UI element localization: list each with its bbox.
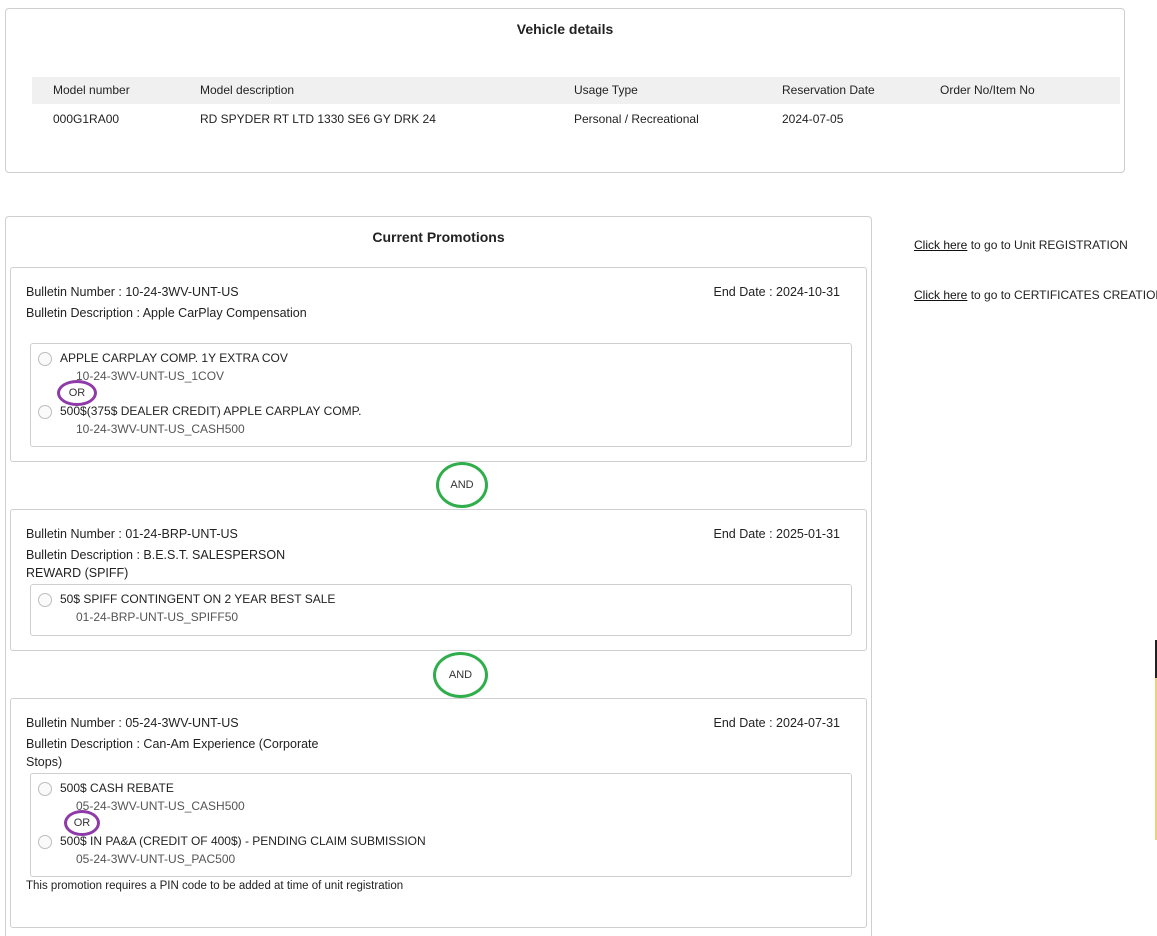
bulletin-card: Bulletin Number : 10-24-3WV-UNT-US Bulle… [10, 267, 867, 462]
cell-usage-type: Personal / Recreational [574, 112, 699, 126]
cell-model-number: 000G1RA00 [53, 112, 120, 126]
promotion-option[interactable]: 500$ CASH REBATE 05-24-3WV-UNT-US_CASH50… [31, 774, 851, 813]
option-label: 500$ IN PA&A (CREDIT OF 400$) - PENDING … [60, 834, 426, 848]
option-label: 500$(375$ DEALER CREDIT) APPLE CARPLAY C… [60, 404, 362, 418]
and-separator: AND [436, 462, 488, 508]
option-radio[interactable] [38, 352, 52, 366]
cell-model-description: RD SPYDER RT LTD 1330 SE6 GY DRK 24 [200, 112, 436, 126]
promotion-option[interactable]: APPLE CARPLAY COMP. 1Y EXTRA COV 10-24-3… [31, 344, 851, 383]
bulletin-description: Bulletin Description : Apple CarPlay Com… [26, 306, 307, 320]
and-separator: AND [433, 652, 488, 698]
current-promotions-title: Current Promotions [372, 229, 505, 245]
promotion-option[interactable]: 500$ IN PA&A (CREDIT OF 400$) - PENDING … [31, 827, 851, 866]
certificates-creation-link-row: Click here to go to CERTIFICATES CREATIO… [914, 288, 1157, 302]
option-code: 05-24-3WV-UNT-US_CASH500 [76, 799, 245, 813]
column-header-model-description: Model description [200, 83, 295, 97]
vehicle-table-header: Model number Model description Usage Typ… [32, 77, 1120, 104]
unit-registration-link-text: to go to Unit REGISTRATION [967, 238, 1128, 252]
option-label: APPLE CARPLAY COMP. 1Y EXTRA COV [60, 351, 288, 365]
column-header-order-item: Order No/Item No [940, 83, 1035, 97]
option-label: 500$ CASH REBATE [60, 781, 174, 795]
current-promotions-panel: Current Promotions Bulletin Number : 10-… [5, 216, 872, 936]
bulletin-number: Bulletin Number : 10-24-3WV-UNT-US [26, 285, 239, 299]
promotion-options: 500$ CASH REBATE 05-24-3WV-UNT-US_CASH50… [30, 773, 852, 877]
bulletin-card: Bulletin Number : 05-24-3WV-UNT-US Bulle… [10, 698, 867, 928]
unit-registration-link-row: Click here to go to Unit REGISTRATION [914, 238, 1128, 252]
option-code: 05-24-3WV-UNT-US_PAC500 [76, 852, 236, 866]
option-radio[interactable] [38, 593, 52, 607]
promotion-options: 50$ SPIFF CONTINGENT ON 2 YEAR BEST SALE… [30, 584, 852, 636]
option-code: 10-24-3WV-UNT-US_1COV [76, 369, 225, 383]
pin-code-note: This promotion requires a PIN code to be… [26, 880, 404, 892]
option-radio[interactable] [38, 782, 52, 796]
column-header-reservation-date: Reservation Date [782, 83, 875, 97]
bulletin-number: Bulletin Number : 05-24-3WV-UNT-US [26, 716, 239, 730]
bulletin-number: Bulletin Number : 01-24-BRP-UNT-US [26, 527, 238, 541]
bulletin-card: Bulletin Number : 01-24-BRP-UNT-US Bulle… [10, 509, 867, 651]
cell-reservation-date: 2024-07-05 [782, 112, 844, 126]
certificates-creation-link[interactable]: Click here [914, 288, 967, 302]
promotion-option[interactable]: 500$(375$ DEALER CREDIT) APPLE CARPLAY C… [31, 397, 851, 436]
option-radio[interactable] [38, 835, 52, 849]
vehicle-details-title: Vehicle details [516, 21, 614, 37]
promotion-options: APPLE CARPLAY COMP. 1Y EXTRA COV 10-24-3… [30, 343, 852, 447]
bulletin-end-date: End Date : 2024-10-31 [713, 285, 840, 299]
vehicle-details-panel: Vehicle details Model number Model descr… [5, 8, 1125, 173]
bulletin-end-date: End Date : 2024-07-31 [713, 716, 840, 730]
bulletin-description: Bulletin Description : B.E.S.T. SALESPER… [26, 548, 286, 580]
option-label: 50$ SPIFF CONTINGENT ON 2 YEAR BEST SALE [60, 592, 336, 606]
certificates-creation-link-text: to go to CERTIFICATES CREATION [967, 288, 1157, 302]
promotion-option[interactable]: 50$ SPIFF CONTINGENT ON 2 YEAR BEST SALE… [31, 585, 851, 624]
bulletin-description: Bulletin Description : Can-Am Experience… [26, 737, 319, 769]
option-code: 01-24-BRP-UNT-US_SPIFF50 [76, 610, 239, 624]
bulletin-end-date: End Date : 2025-01-31 [713, 527, 840, 541]
unit-registration-link[interactable]: Click here [914, 238, 967, 252]
option-radio[interactable] [38, 405, 52, 419]
table-row: 000G1RA00 RD SPYDER RT LTD 1330 SE6 GY D… [32, 107, 1120, 131]
column-header-usage-type: Usage Type [574, 83, 638, 97]
option-code: 10-24-3WV-UNT-US_CASH500 [76, 422, 245, 436]
column-header-model-number: Model number [53, 83, 130, 97]
